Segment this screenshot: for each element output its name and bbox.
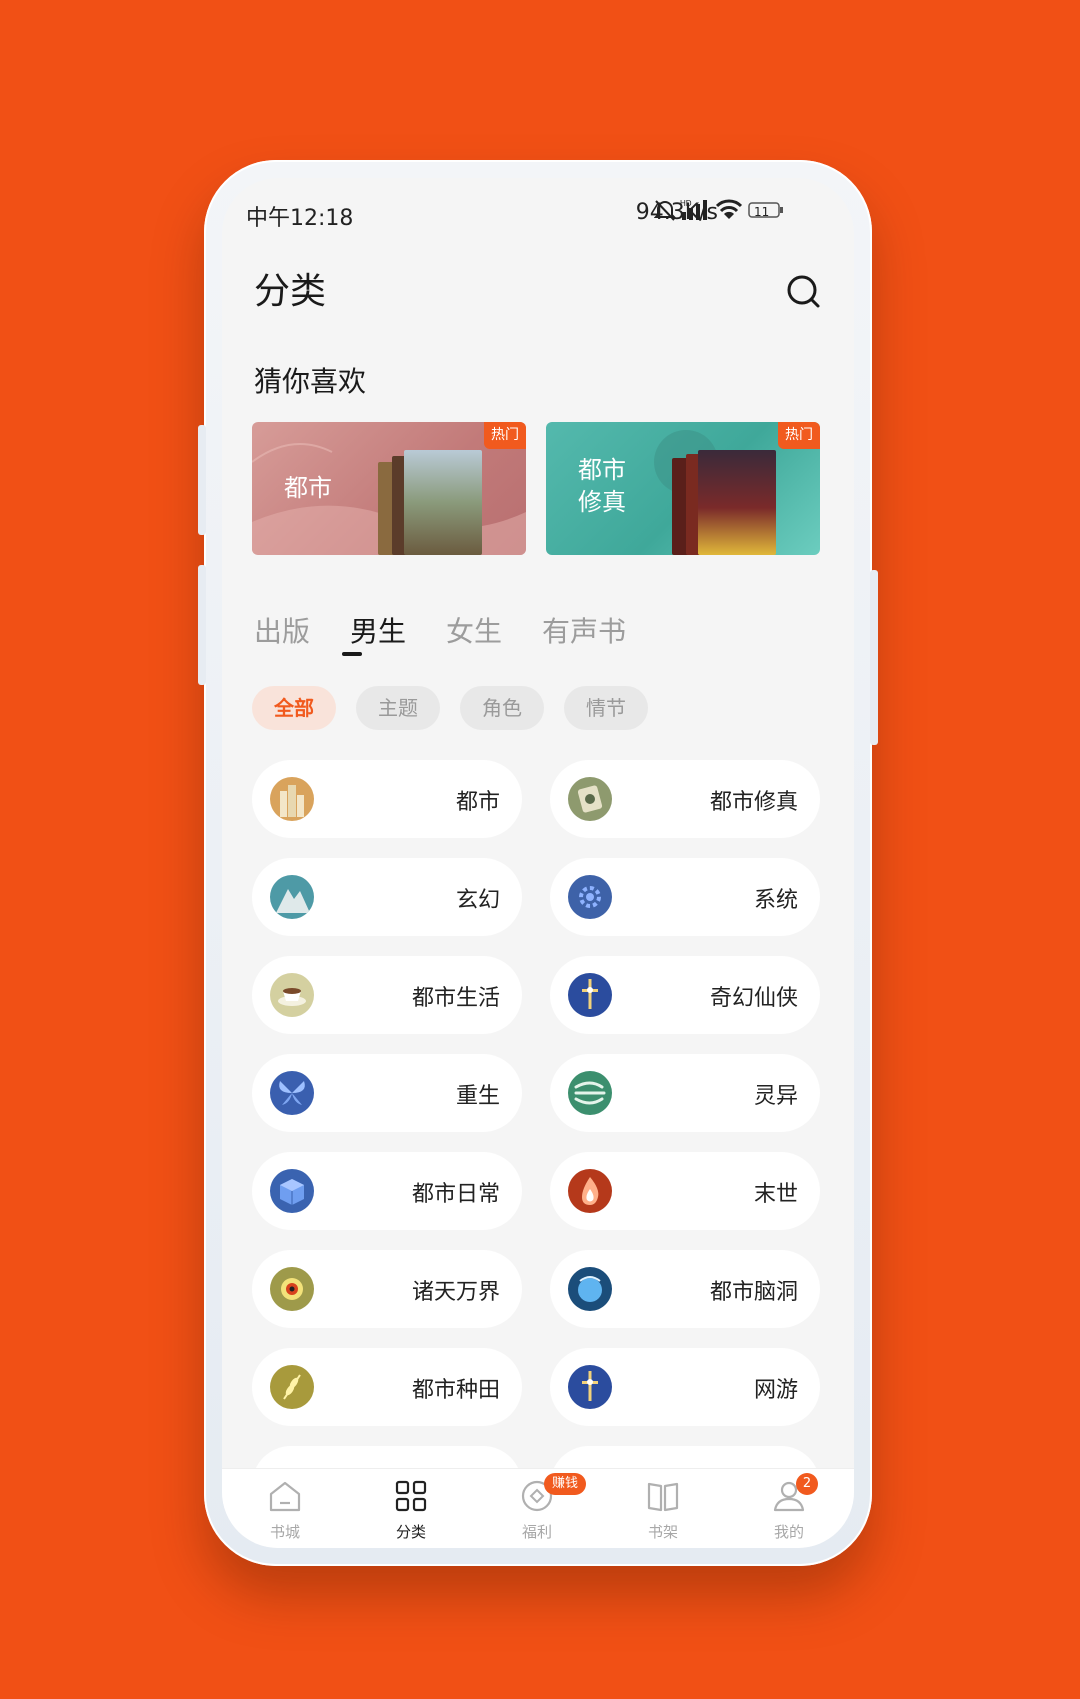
filter-theme[interactable]: 主题 xyxy=(356,686,440,730)
notification-badge: 2 xyxy=(796,1473,818,1495)
banner-label: 都市 xyxy=(284,474,332,502)
banner-dushi-xiuzhen[interactable]: 都市 修真 热门 xyxy=(546,422,820,555)
category-label: 系统 xyxy=(753,888,798,913)
book-cover xyxy=(698,450,776,555)
home-icon xyxy=(269,1481,301,1512)
category-item[interactable]: 都市生活 xyxy=(252,956,522,1034)
tab-welfare[interactable]: 赚钱 福利 xyxy=(474,1469,600,1548)
tab-label: 分类 xyxy=(395,1523,426,1541)
side-button xyxy=(198,425,206,535)
mute-icon xyxy=(653,198,677,228)
butterfly-icon xyxy=(270,1071,314,1115)
category-label: 都市修真 xyxy=(709,790,798,815)
battery-level: 11 xyxy=(754,205,770,219)
gear-icon xyxy=(568,875,612,919)
banner-label: 修真 xyxy=(578,488,626,516)
status-bar: 中午12:18 94.3K/s HD 11 xyxy=(222,178,854,248)
eye-icon xyxy=(270,1267,314,1311)
category-item[interactable]: 末世 xyxy=(550,1152,820,1230)
category-label: 重生 xyxy=(455,1084,500,1109)
category-item[interactable]: 网游 xyxy=(550,1348,820,1426)
tab-label: 书城 xyxy=(269,1523,300,1541)
tab-audiobook[interactable]: 有声书 xyxy=(542,610,626,650)
tab-category[interactable]: 分类 xyxy=(348,1469,474,1548)
status-time: 中午12:18 xyxy=(246,206,354,231)
cube-icon xyxy=(270,1169,314,1213)
search-icon[interactable] xyxy=(784,272,824,312)
category-label: 灵异 xyxy=(753,1084,798,1109)
wind-icon xyxy=(568,1071,612,1115)
filter-plot[interactable]: 情节 xyxy=(564,686,648,730)
category-item[interactable]: 都市 xyxy=(252,760,522,838)
hot-badge: 热门 xyxy=(484,422,526,449)
hot-badge: 热门 xyxy=(778,422,820,449)
grid-icon xyxy=(395,1480,427,1512)
banner-dushi[interactable]: 都市 热门 xyxy=(252,422,526,555)
sword-icon xyxy=(568,973,612,1017)
category-item[interactable]: 重生 xyxy=(252,1054,522,1132)
wheat-icon xyxy=(270,1365,314,1409)
app-screen: 中午12:18 94.3K/s HD 11 分类 猜你喜欢 都市 热门 都市 修… xyxy=(222,178,854,1548)
globe-icon xyxy=(568,1267,612,1311)
category-item[interactable]: 玄幻 xyxy=(252,858,522,936)
city-icon xyxy=(270,777,314,821)
category-item[interactable]: 都市修真 xyxy=(550,760,820,838)
wifi-icon xyxy=(715,198,743,228)
tab-label: 书架 xyxy=(647,1523,678,1541)
phone-frame: 中午12:18 94.3K/s HD 11 分类 猜你喜欢 都市 热门 都市 修… xyxy=(198,160,878,1566)
category-label: 都市种田 xyxy=(411,1378,500,1403)
category-item[interactable]: 系统 xyxy=(550,858,820,936)
book-icon xyxy=(647,1482,679,1512)
category-label: 玄幻 xyxy=(455,888,500,913)
category-label: 都市日常 xyxy=(411,1182,500,1207)
sword-icon xyxy=(568,1365,612,1409)
book-cover xyxy=(404,450,482,555)
tab-publish[interactable]: 出版 xyxy=(254,610,310,650)
tab-bookshelf[interactable]: 书架 xyxy=(600,1469,726,1548)
tab-male[interactable]: 男生 xyxy=(350,610,406,650)
tab-label: 我的 xyxy=(773,1523,804,1541)
svg-text:HD: HD xyxy=(680,199,692,208)
fire-icon xyxy=(568,1169,612,1213)
tab-female[interactable]: 女生 xyxy=(446,610,502,650)
side-button xyxy=(870,570,878,745)
tab-bookstore[interactable]: 书城 xyxy=(222,1469,348,1548)
category-item[interactable]: 都市种田 xyxy=(252,1348,522,1426)
taiji-icon xyxy=(568,777,612,821)
coffee-icon xyxy=(270,973,314,1017)
banner-label: 都市 xyxy=(578,456,626,484)
category-label: 都市脑洞 xyxy=(709,1280,798,1305)
category-label: 都市 xyxy=(455,790,500,815)
category-item[interactable]: 灵异 xyxy=(550,1054,820,1132)
category-label: 都市生活 xyxy=(411,986,500,1011)
section-title: 猜你喜欢 xyxy=(254,365,367,398)
filter-all[interactable]: 全部 xyxy=(252,686,336,730)
tab-mine[interactable]: 2 我的 xyxy=(726,1469,852,1548)
bottom-tab-bar: 书城 分类 赚钱 福利 书架 2 我的 xyxy=(222,1468,854,1548)
category-item[interactable]: 都市日常 xyxy=(252,1152,522,1230)
mountain-icon xyxy=(270,875,314,919)
page-title: 分类 xyxy=(254,271,327,312)
category-item[interactable]: 奇幻仙侠 xyxy=(550,956,820,1034)
filter-role[interactable]: 角色 xyxy=(460,686,544,730)
category-item[interactable]: 诸天万界 xyxy=(252,1250,522,1328)
category-label: 奇幻仙侠 xyxy=(709,986,798,1011)
side-button xyxy=(198,565,206,685)
tab-label: 福利 xyxy=(521,1523,552,1541)
category-item[interactable]: 都市脑洞 xyxy=(550,1250,820,1328)
active-tab-indicator xyxy=(342,652,362,656)
category-label: 诸天万界 xyxy=(411,1280,500,1305)
category-label: 末世 xyxy=(753,1182,798,1207)
earn-badge: 赚钱 xyxy=(544,1473,587,1495)
signal-icon: HD xyxy=(680,198,710,228)
category-label: 网游 xyxy=(753,1378,798,1403)
